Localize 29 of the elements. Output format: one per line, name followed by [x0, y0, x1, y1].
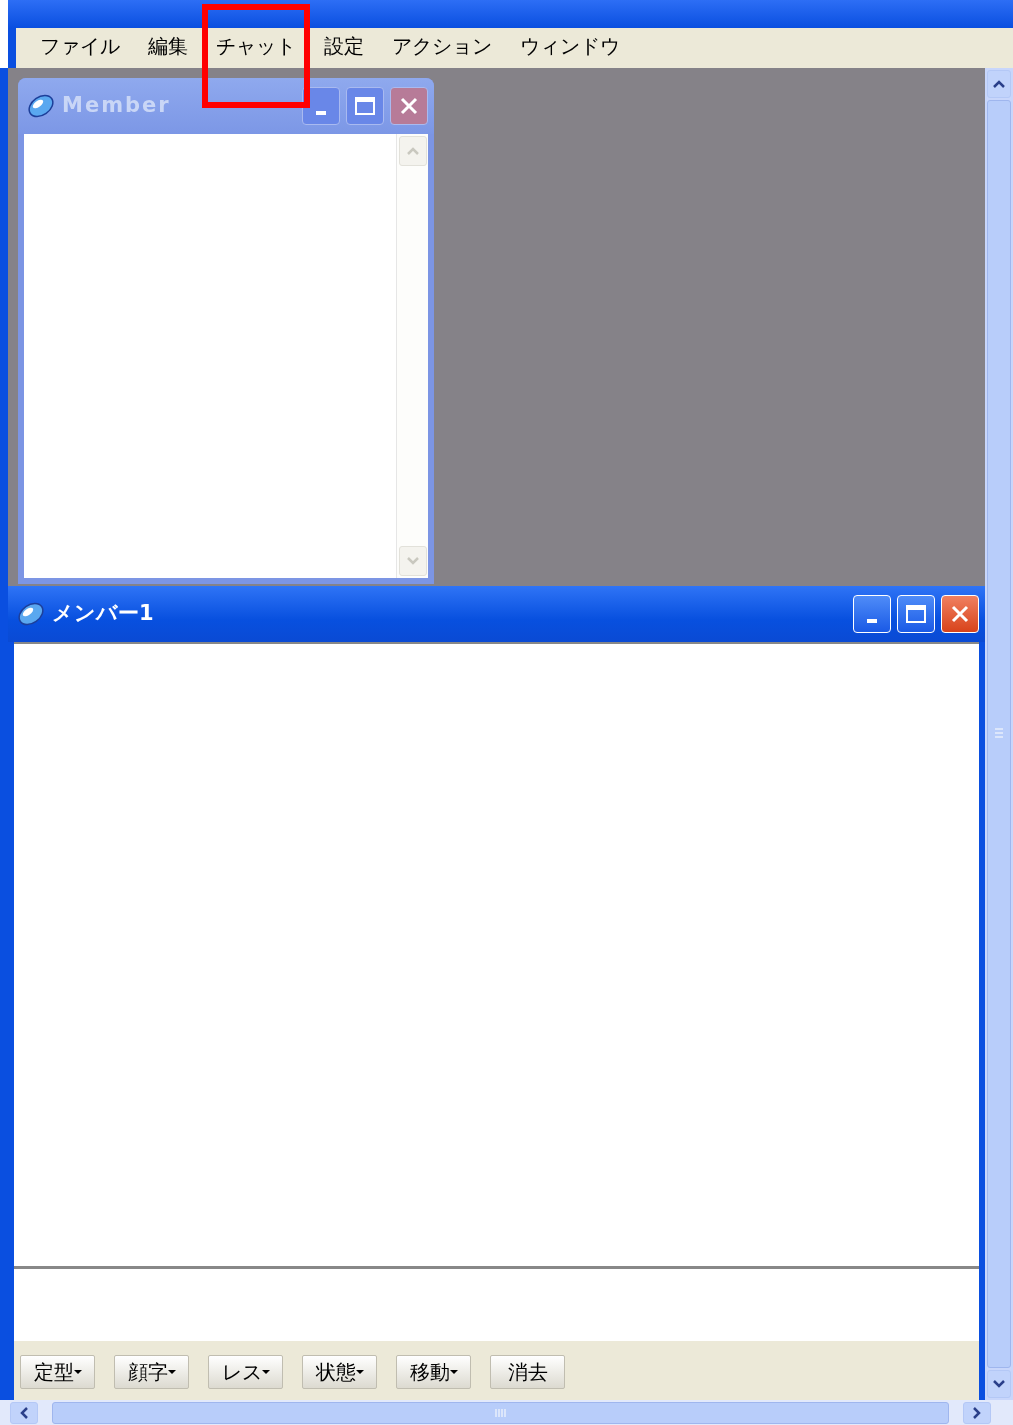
- maximize-icon: [905, 603, 927, 625]
- close-icon: [399, 96, 419, 116]
- menu-item[interactable]: チャット: [202, 36, 310, 56]
- scroll-right-button[interactable]: [963, 1401, 991, 1424]
- menu-item[interactable]: 編集: [134, 36, 202, 56]
- menu-item[interactable]: ウィンドウ: [506, 36, 634, 56]
- minimize-icon: [316, 111, 326, 115]
- chat-button[interactable]: 移動: [396, 1355, 471, 1389]
- menu-item[interactable]: ファイル: [26, 36, 134, 56]
- minimize-button[interactable]: [302, 87, 340, 125]
- window-title: Member: [62, 92, 172, 120]
- menu-item[interactable]: アクション: [378, 36, 506, 56]
- maximize-icon: [354, 95, 376, 117]
- close-button[interactable]: [390, 87, 428, 125]
- scroll-left-button[interactable]: [10, 1401, 38, 1424]
- chat-button[interactable]: レス: [208, 1355, 283, 1389]
- scroll-up-button[interactable]: [987, 70, 1011, 98]
- scroll-down-button[interactable]: [987, 1370, 1011, 1398]
- grip-icon: [493, 1407, 508, 1418]
- close-icon: [950, 604, 970, 624]
- chat-button[interactable]: 定型: [20, 1355, 95, 1389]
- minimize-icon: [867, 619, 877, 623]
- chat-button[interactable]: 消去: [490, 1355, 565, 1389]
- maximize-button[interactable]: [346, 87, 384, 125]
- grip-icon: [994, 727, 1004, 741]
- window-title: メンバー1: [52, 600, 155, 628]
- menu-item[interactable]: 設定: [310, 36, 378, 56]
- chat-button[interactable]: 状態: [302, 1355, 377, 1389]
- chat-button[interactable]: 顔字: [114, 1355, 189, 1389]
